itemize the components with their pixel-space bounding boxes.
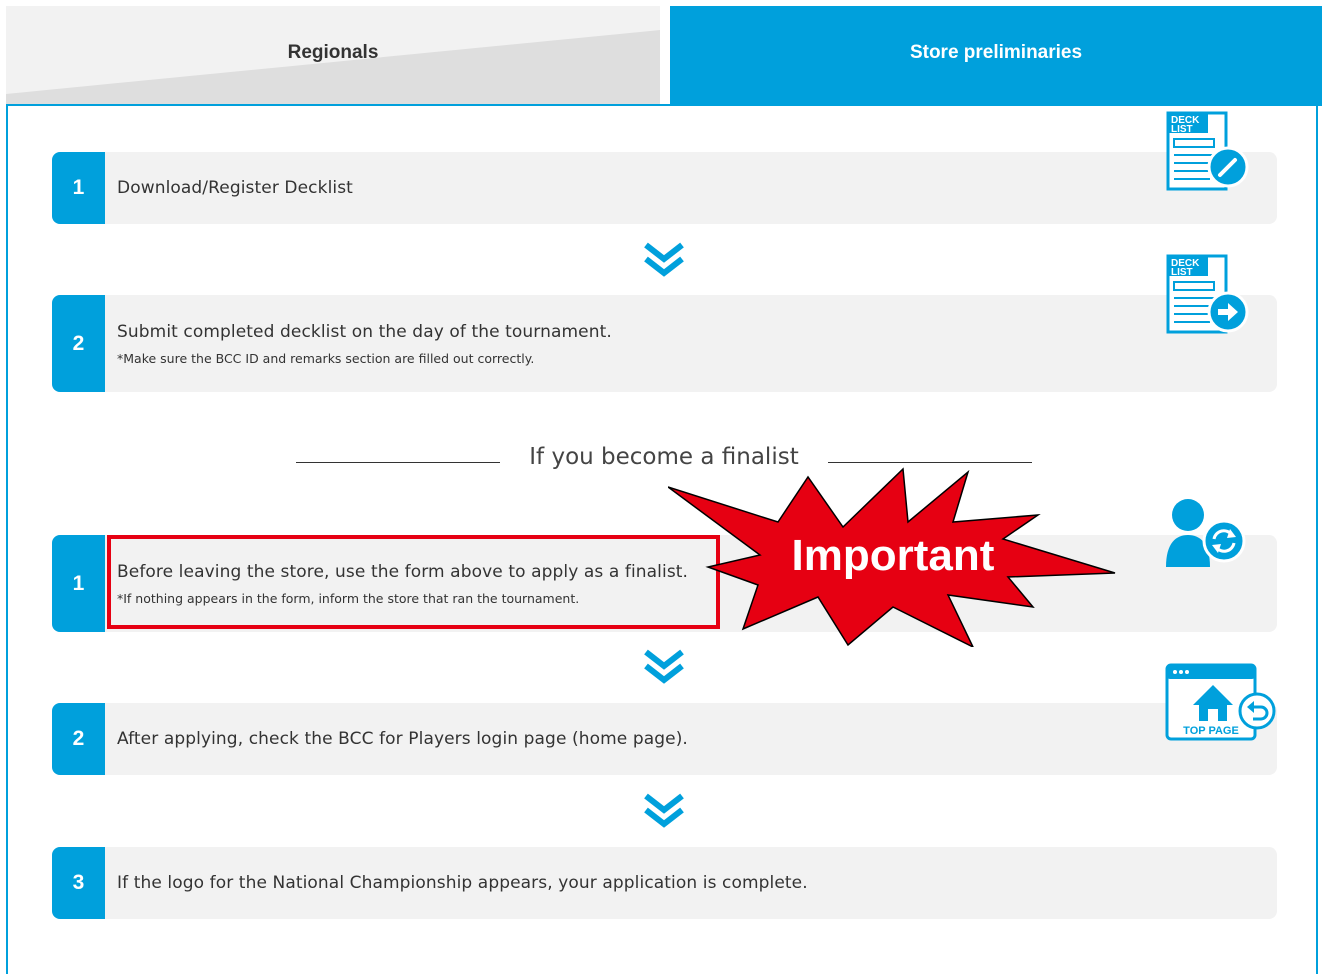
step-submit-decklist: 2 Submit completed decklist on the day o… <box>52 295 1277 392</box>
step-confirm-logo: 3 If the logo for the National Champions… <box>52 847 1277 919</box>
user-sync-icon <box>1166 499 1246 567</box>
step-check-login-page: 2 After applying, check the BCC for Play… <box>52 703 1277 775</box>
step-text: After applying, check the BCC for Player… <box>117 729 688 749</box>
step-text: Download/Register Decklist <box>117 178 353 198</box>
step-number: 2 <box>52 295 105 392</box>
step-number: 3 <box>52 847 105 919</box>
decklist-submit-icon: DECK LIST <box>1166 254 1249 334</box>
step-note: *Make sure the BCC ID and remarks sectio… <box>117 350 535 366</box>
tab-regionals[interactable]: Regionals <box>6 6 660 104</box>
step-text: Submit completed decklist on the day of … <box>117 321 612 342</box>
chevron-down-icon <box>644 793 684 828</box>
top-page-icon: TOP PAGE <box>1165 663 1276 741</box>
chevron-down-icon <box>644 242 684 277</box>
step-download-decklist: 1 Download/Register Decklist <box>52 152 1277 224</box>
important-highlight-box <box>107 535 720 629</box>
tab-store-preliminaries-label: Store preliminaries <box>909 42 1083 63</box>
tab-regionals-label: Regionals <box>287 42 379 63</box>
important-label: Important <box>792 531 995 580</box>
top-page-label: TOP PAGE <box>1183 725 1239 737</box>
step-number: 1 <box>52 152 105 224</box>
list-icon-label: LIST <box>1171 124 1193 135</box>
important-burst: Important <box>668 467 1116 647</box>
decklist-edit-icon: DECK LIST <box>1166 111 1249 191</box>
chevron-down-icon <box>644 649 684 684</box>
step-text: If the logo for the National Championshi… <box>117 873 808 893</box>
list-icon-label: LIST <box>1171 267 1193 278</box>
step-number: 2 <box>52 703 105 775</box>
tab-store-preliminaries[interactable]: Store preliminaries <box>670 6 1322 106</box>
step-number: 1 <box>52 535 105 632</box>
